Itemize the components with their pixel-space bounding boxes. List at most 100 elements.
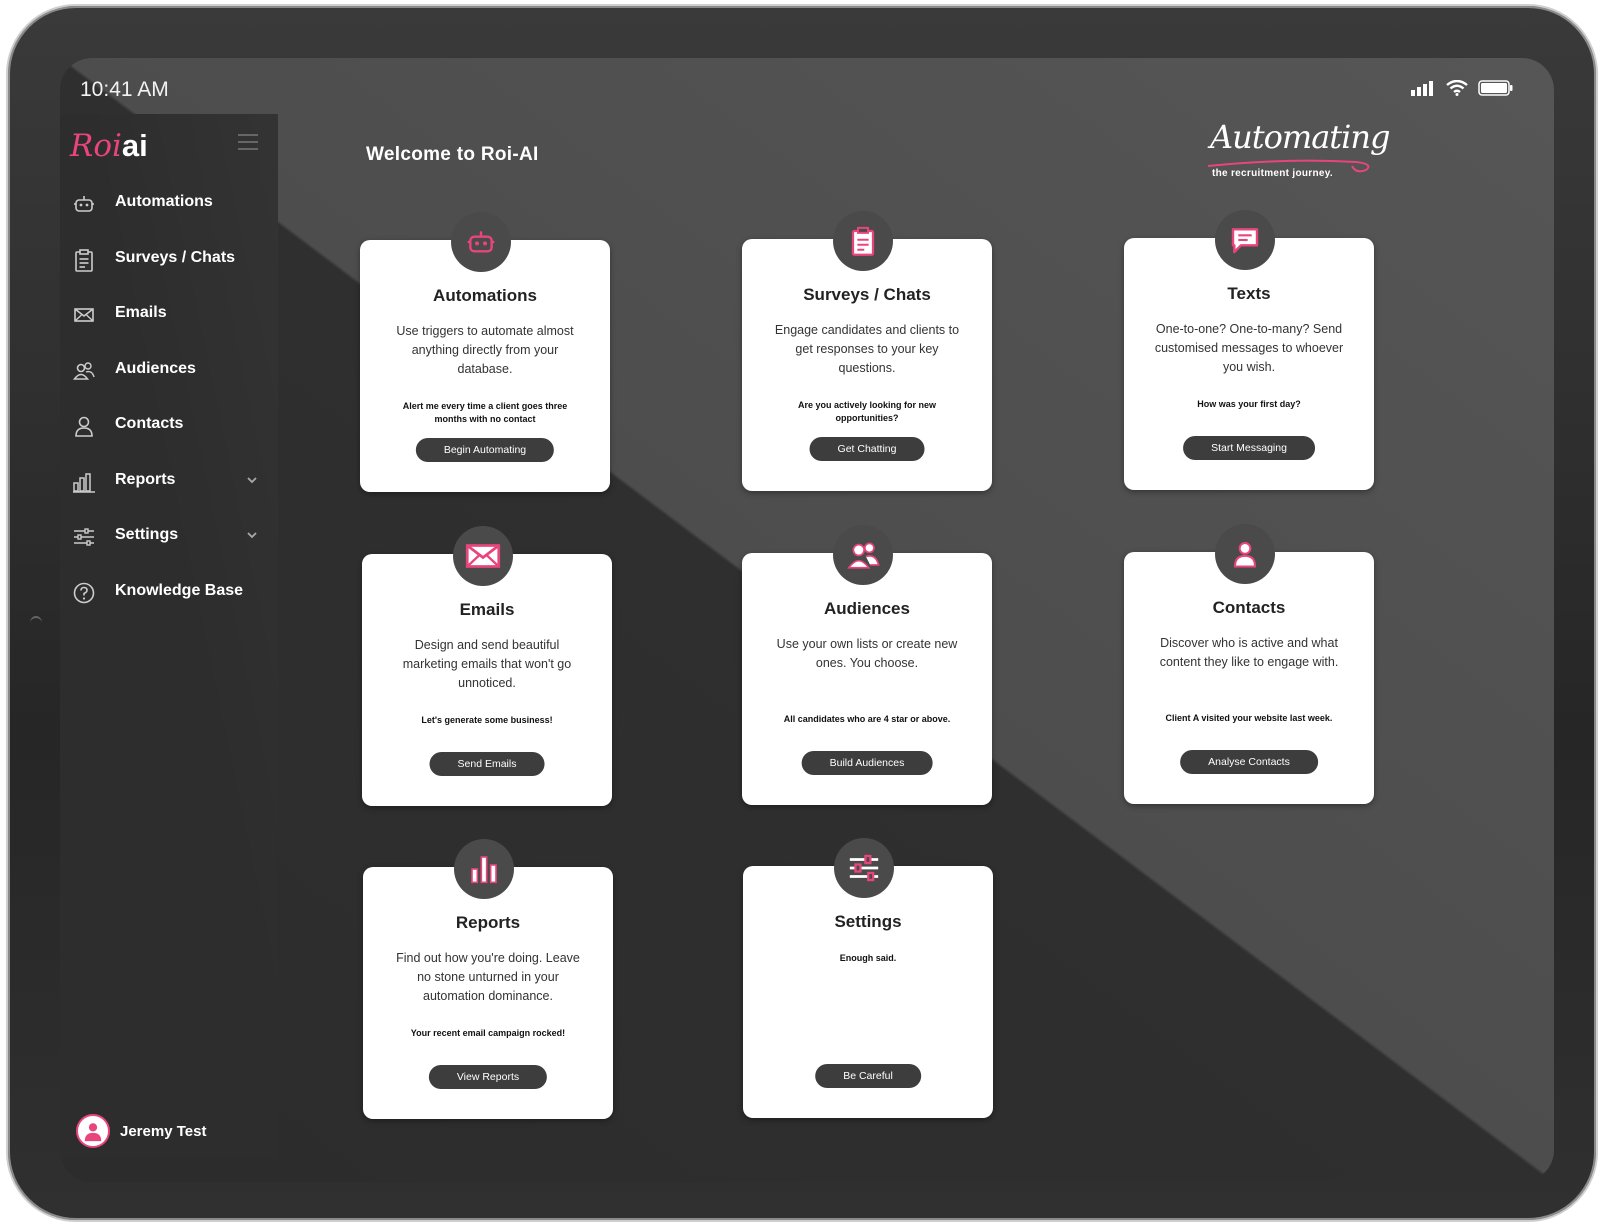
signal-icon [1411, 81, 1433, 96]
card-audiences: Audiences Use your own lists or create n… [742, 525, 992, 805]
card-description: Use your own lists or create new ones. Y… [776, 637, 958, 670]
get-chatting-button[interactable]: Get Chatting [809, 437, 925, 461]
card-badge [453, 526, 513, 586]
sliders-icon [74, 528, 94, 546]
robot-icon [467, 231, 495, 253]
build-audiences-button[interactable]: Build Audiences [801, 751, 933, 775]
sidebar-item-label: Automations [115, 193, 213, 210]
brand-script: Automating [1210, 118, 1390, 156]
battery-icon [1478, 80, 1513, 96]
card-badge [451, 212, 511, 272]
sidebar-item-label: Contacts [115, 415, 184, 432]
user-name: Jeremy Test [120, 1122, 207, 1140]
card-example: Alert me every time a client goes three … [402, 401, 568, 424]
card-description: Design and send beautiful marketing emai… [402, 638, 572, 690]
sidebar-nav: Automations Surveys / Chats Emails Audie… [60, 176, 278, 620]
envelope-icon [465, 544, 501, 568]
card-texts: Texts One-to-one? One-to-many? Send cust… [1124, 210, 1374, 490]
card-title: Contacts [1212, 598, 1286, 617]
hamburger-menu-icon[interactable] [238, 134, 258, 155]
bar-chart-icon [73, 472, 95, 493]
send-emails-button[interactable]: Send Emails [429, 752, 545, 776]
card-example: How was your first day? [1197, 399, 1301, 409]
envelope-icon [74, 308, 94, 322]
brand-tagline: the recruitment journey. [1212, 168, 1333, 179]
card-title: Emails [459, 600, 515, 619]
be-careful-button[interactable]: Be Careful [815, 1064, 921, 1088]
person-icon [75, 416, 93, 437]
sidebar-item-audiences[interactable]: Audiences [60, 343, 278, 399]
clipboard-icon [851, 226, 875, 256]
view-reports-button[interactable]: View Reports [428, 1065, 548, 1089]
card-badge [834, 838, 894, 898]
card-example: All candidates who are 4 star or above. [783, 714, 951, 724]
card-example: Client A visited your website last week. [1165, 713, 1333, 723]
sidebar-item-label: Audiences [115, 359, 196, 377]
wifi-icon [1446, 80, 1468, 96]
page-title: Welcome to Roi-AI [366, 144, 539, 165]
sidebar-item-surveys-chats[interactable]: Surveys / Chats [60, 232, 278, 288]
card-title: Reports [455, 913, 521, 932]
card-badge [1215, 210, 1275, 270]
sidebar-item-settings[interactable]: Settings [60, 509, 278, 565]
card-example: Are you actively looking for new opportu… [797, 400, 937, 423]
help-circle-icon [73, 582, 95, 603]
card-settings: Settings Enough said. Be Careful [743, 838, 993, 1118]
card-example: Let's generate some business! [421, 715, 553, 725]
card-badge [1215, 524, 1275, 584]
card-title: Audiences [824, 599, 910, 618]
person-icon [1233, 541, 1257, 568]
clipboard-icon [75, 248, 93, 272]
card-title: Settings [834, 912, 902, 931]
card-example: Enough said. [839, 953, 897, 963]
avatar [76, 1114, 110, 1148]
brand-logo: Automating the recruitment journey. [1206, 118, 1390, 186]
status-icons [1410, 80, 1514, 96]
sliders-icon [849, 854, 879, 882]
screen: 10:41 AM Roiai Automations Surveys / Cha… [60, 58, 1554, 1182]
tablet-frame: 10:41 AM Roiai Automations Surveys / Cha… [6, 4, 1598, 1222]
analyse-contacts-button[interactable]: Analyse Contacts [1180, 750, 1318, 774]
sidebar-item-label: Knowledge Base [115, 581, 244, 599]
card-badge [833, 211, 893, 271]
card-title: Automations [433, 286, 537, 305]
card-automations: Automations Use triggers to automate alm… [360, 212, 610, 492]
sidebar-item-label: Settings [115, 526, 179, 543]
card-description: Discover who is active and what content … [1159, 636, 1339, 669]
card-example: Your recent email campaign rocked! [410, 1028, 566, 1038]
card-contacts: Contacts Discover who is active and what… [1124, 524, 1374, 804]
user-profile[interactable]: Jeremy Test [76, 1114, 206, 1148]
status-bar: 10:41 AM [60, 58, 1554, 114]
chevron-down-icon[interactable] [246, 474, 258, 486]
status-time: 10:41 AM [80, 78, 169, 101]
card-reports: Reports Find out how you're doing. Leave… [363, 839, 613, 1119]
sidebar: Roiai Automations Surveys / Chats Emails [60, 114, 278, 1158]
card-title: Texts [1227, 284, 1271, 303]
card-badge [833, 525, 893, 585]
sidebar-item-reports[interactable]: Reports [60, 454, 278, 510]
card-description: Find out how you're doing. Leave no ston… [396, 951, 580, 1003]
card-description: One-to-one? One-to-many? Send customised… [1154, 322, 1344, 374]
card-title: Surveys / Chats [803, 285, 931, 304]
card-description: Use triggers to automate almost anything… [396, 324, 574, 376]
card-description: Engage candidates and clients to get res… [774, 323, 960, 375]
group-icon [72, 361, 95, 380]
robot-icon [74, 196, 94, 212]
card-surveys-chats: Surveys / Chats Engage candidates and cl… [742, 211, 992, 491]
sidebar-item-automations[interactable]: Automations [60, 176, 278, 232]
sidebar-item-knowledge-base[interactable]: Knowledge Base [60, 565, 278, 621]
start-messaging-button[interactable]: Start Messaging [1183, 436, 1315, 460]
sidebar-item-emails[interactable]: Emails [60, 287, 278, 343]
begin-automating-button[interactable]: Begin Automating [415, 438, 555, 462]
chat-bubble-icon [1231, 228, 1259, 254]
card-emails: Emails Design and send beautiful marketi… [362, 526, 612, 806]
side-button [30, 616, 42, 630]
app-logo[interactable]: Roiai [70, 128, 148, 164]
sidebar-item-label: Reports [115, 470, 176, 488]
bar-chart-icon [471, 856, 497, 884]
chevron-down-icon[interactable] [246, 529, 258, 541]
sidebar-item-label: Surveys / Chats [115, 248, 236, 266]
card-badge [454, 839, 514, 899]
sidebar-item-label: Emails [115, 304, 167, 321]
sidebar-item-contacts[interactable]: Contacts [60, 398, 278, 454]
